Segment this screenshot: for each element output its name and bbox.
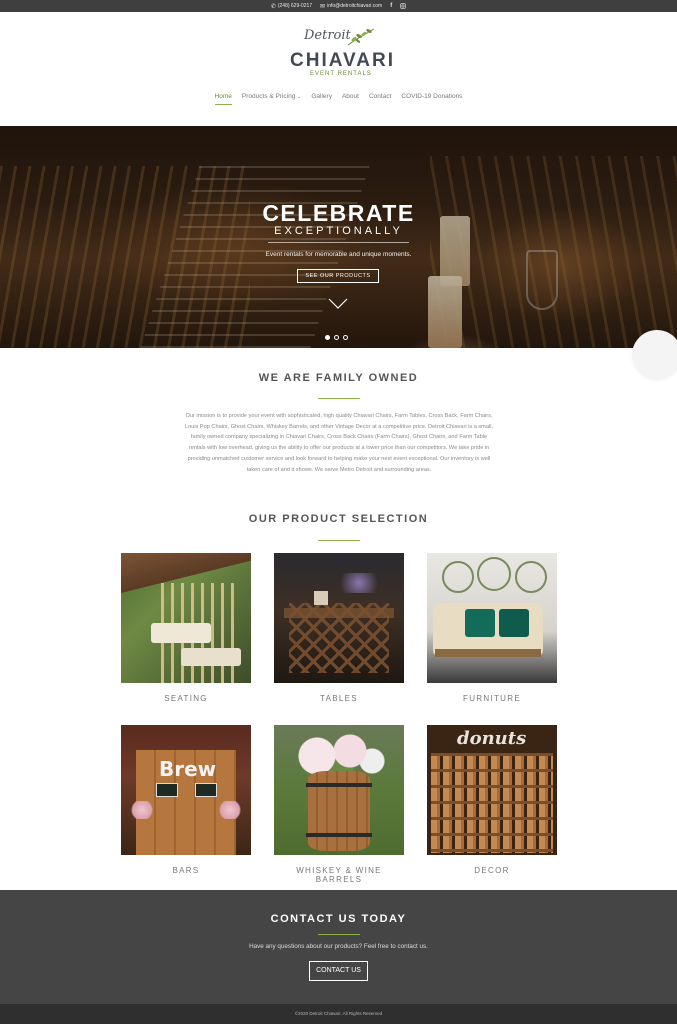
phone-number: (248) 629-0217 bbox=[277, 3, 313, 9]
product-tables[interactable]: TABLES bbox=[274, 553, 404, 703]
hero-divider bbox=[268, 242, 409, 243]
product-label-barrels[interactable]: WHISKEY & WINE BARRELS bbox=[274, 866, 404, 884]
chevron-down-icon: ⌄ bbox=[297, 94, 302, 100]
facebook-link[interactable]: f bbox=[390, 3, 392, 9]
slider-dot[interactable] bbox=[343, 335, 348, 340]
contact-section: CONTACT US TODAY Have any questions abou… bbox=[0, 890, 677, 1004]
contact-text: Have any questions about our products? F… bbox=[249, 943, 428, 950]
hero-subtitle: EXCEPTIONALLY bbox=[274, 225, 403, 237]
product-label-bars[interactable]: BARS bbox=[121, 866, 251, 875]
slider-dot[interactable] bbox=[325, 335, 330, 340]
product-image-bars[interactable]: Brew bbox=[121, 725, 251, 855]
hero-overlay bbox=[0, 126, 677, 348]
product-image-decor[interactable]: donuts bbox=[427, 725, 557, 855]
nav-item-contact[interactable]: Contact bbox=[369, 93, 391, 105]
donut-wall-sign: donuts bbox=[457, 728, 527, 749]
facebook-icon: f bbox=[390, 3, 393, 9]
nav-item-covid-donations[interactable]: COVID-19 Donations bbox=[401, 93, 462, 105]
main-nav: Home Products & Pricing ⌄ Gallery About … bbox=[0, 93, 677, 105]
instagram-icon bbox=[400, 3, 406, 9]
product-label-decor[interactable]: DECOR bbox=[427, 866, 557, 875]
product-label-tables[interactable]: TABLES bbox=[274, 694, 404, 703]
logo-main: CHIAVARI bbox=[290, 50, 396, 71]
footer: ©2020 Detroit Chiavari. All Rights Reser… bbox=[0, 1004, 677, 1024]
email-link[interactable]: ✉ info@detroitchiavari.com bbox=[320, 3, 382, 10]
phone-icon: ✆ bbox=[270, 3, 276, 10]
hero-slider: CELEBRATE EXCEPTIONALLY Event rentals fo… bbox=[0, 126, 677, 348]
product-decor[interactable]: donuts DECOR bbox=[427, 725, 557, 875]
top-bar: ✆ (248) 629-0217 ✉ info@detroitchiavari.… bbox=[0, 0, 677, 12]
contact-divider bbox=[318, 934, 360, 935]
product-image-tables[interactable] bbox=[274, 553, 404, 683]
site-header: Detroit CHIAVARI EVENT RENTALS Home Prod… bbox=[0, 12, 677, 126]
products-divider bbox=[318, 540, 360, 541]
nav-item-label: Products & Pricing bbox=[241, 93, 296, 100]
site-logo[interactable]: Detroit CHIAVARI EVENT RENTALS bbox=[288, 28, 393, 84]
product-whiskey-wine-barrels[interactable]: WHISKEY & WINE BARRELS bbox=[274, 725, 404, 884]
phone-link[interactable]: ✆ (248) 629-0217 bbox=[271, 3, 312, 10]
product-image-seating[interactable] bbox=[121, 553, 251, 683]
bar-sign: Brew bbox=[159, 757, 217, 781]
hero-title: CELEBRATE bbox=[262, 200, 415, 226]
logo-sub: EVENT RENTALS bbox=[310, 71, 372, 77]
scroll-down-icon[interactable] bbox=[328, 298, 348, 310]
hero-description: Event rentals for memorable and unique m… bbox=[265, 251, 412, 258]
products-title: OUR PRODUCT SELECTION bbox=[248, 513, 429, 525]
envelope-icon: ✉ bbox=[320, 3, 326, 10]
nav-item-home[interactable]: Home bbox=[214, 93, 233, 105]
family-owned-divider bbox=[318, 398, 360, 399]
product-label-furniture[interactable]: FURNITURE bbox=[427, 694, 557, 703]
product-image-furniture[interactable] bbox=[427, 553, 557, 683]
leaf-icon bbox=[347, 28, 375, 46]
product-image-barrels[interactable] bbox=[274, 725, 404, 855]
instagram-link[interactable] bbox=[400, 3, 406, 9]
nav-item-about[interactable]: About bbox=[342, 93, 359, 105]
nav-item-products-pricing[interactable]: Products & Pricing ⌄ bbox=[242, 93, 301, 105]
email-address: info@detroitchiavari.com bbox=[327, 3, 383, 9]
product-bars[interactable]: Brew BARS bbox=[121, 725, 251, 875]
product-seating[interactable]: SEATING bbox=[121, 553, 251, 703]
mission-text: Our mission is to provide your event wit… bbox=[185, 413, 493, 473]
slider-dot[interactable] bbox=[334, 335, 339, 340]
slider-dots bbox=[325, 335, 348, 340]
contact-us-button[interactable]: CONTACT US bbox=[309, 961, 368, 981]
product-label-seating[interactable]: SEATING bbox=[121, 694, 251, 703]
product-furniture[interactable]: FURNITURE bbox=[427, 553, 557, 703]
copyright-text: ©2020 Detroit Chiavari. All Rights Reser… bbox=[294, 1011, 383, 1016]
see-products-button[interactable]: SEE OUR PRODUCTS bbox=[297, 269, 379, 283]
logo-script: Detroit bbox=[304, 28, 351, 43]
family-owned-title: WE ARE FAMILY OWNED bbox=[258, 372, 419, 384]
contact-title: CONTACT US TODAY bbox=[270, 913, 407, 925]
nav-item-gallery[interactable]: Gallery bbox=[311, 93, 332, 105]
